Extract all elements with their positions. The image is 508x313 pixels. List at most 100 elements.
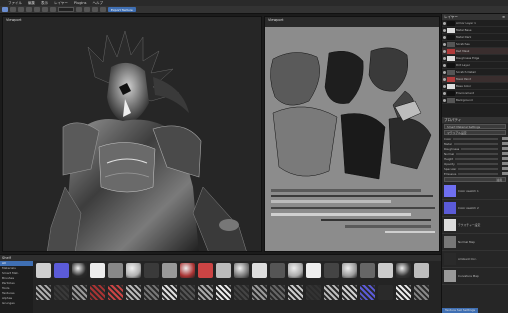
material-thumbnail[interactable] (54, 263, 69, 278)
menu-layer[interactable]: レイヤー (54, 1, 68, 6)
material-thumbnail[interactable] (288, 263, 303, 278)
material-thumbnail[interactable] (108, 263, 123, 278)
layer-row[interactable]: Armor Layer 1 (442, 20, 508, 27)
alpha-thumbnail[interactable] (198, 285, 213, 300)
property-slider[interactable] (458, 172, 498, 175)
camera-icon[interactable] (84, 7, 90, 12)
3d-viewport[interactable]: Viewport (2, 16, 262, 252)
alpha-thumbnail[interactable] (144, 285, 159, 300)
alpha-thumbnail[interactable] (72, 285, 87, 300)
material-thumbnail[interactable] (162, 263, 177, 278)
export-texture-button[interactable]: Export Texture (108, 7, 136, 12)
smudge-tool-icon[interactable] (34, 7, 40, 12)
visibility-eye-icon[interactable] (443, 77, 446, 81)
property-swatch[interactable] (502, 152, 508, 155)
eraser-tool-icon[interactable] (10, 7, 16, 12)
property-slider[interactable] (461, 147, 498, 150)
alpha-thumbnail[interactable] (162, 285, 177, 300)
layer-row[interactable]: Environment (442, 90, 508, 97)
visibility-eye-icon[interactable] (443, 42, 446, 46)
property-swatch[interactable] (502, 167, 508, 170)
material-thumbnail[interactable] (72, 263, 87, 278)
visibility-eye-icon[interactable] (443, 35, 446, 39)
layer-row[interactable]: Background (442, 97, 508, 104)
visibility-eye-icon[interactable] (443, 70, 446, 74)
property-slider[interactable] (458, 167, 498, 170)
layer-row[interactable]: Roughness Edge (442, 55, 508, 62)
alpha-thumbnail[interactable] (378, 285, 393, 300)
alpha-thumbnail[interactable] (234, 285, 249, 300)
layer-row[interactable]: Mask Paint (442, 76, 508, 83)
color-picker-icon[interactable] (50, 7, 56, 12)
menu-view[interactable]: 表示 (41, 1, 48, 6)
property-swatch[interactable] (502, 157, 508, 160)
texture-set-tab[interactable]: Texture Set Settings (442, 308, 479, 313)
material-thumbnail[interactable] (270, 263, 285, 278)
display-settings-icon[interactable] (92, 7, 98, 12)
alpha-thumbnail[interactable] (270, 285, 285, 300)
render-icon[interactable] (100, 7, 106, 12)
material-thumbnail[interactable] (126, 263, 141, 278)
visibility-eye-icon[interactable] (443, 21, 446, 25)
layer-row[interactable]: Metal Base (442, 27, 508, 34)
shelf-category[interactable]: Grunges (0, 301, 33, 306)
material-thumbnail[interactable] (342, 263, 357, 278)
layer-row[interactable]: Scratches (442, 41, 508, 48)
alpha-thumbnail[interactable] (252, 285, 267, 300)
texture-set-item[interactable]: Normal Map (442, 234, 508, 251)
size-field[interactable] (58, 7, 74, 12)
smart-material-section[interactable]: Smart Material Settings (444, 124, 506, 129)
property-slider[interactable] (456, 162, 498, 165)
material-thumbnail[interactable] (36, 263, 51, 278)
material-thumbnail[interactable] (234, 263, 249, 278)
layer-row[interactable]: Scratch Detail (442, 69, 508, 76)
symmetry-icon[interactable] (76, 7, 82, 12)
apply-button[interactable]: 適用 (444, 177, 506, 182)
alpha-thumbnail[interactable] (90, 285, 105, 300)
alpha-thumbnail[interactable] (288, 285, 303, 300)
material-thumbnail[interactable] (90, 263, 105, 278)
visibility-eye-icon[interactable] (443, 56, 446, 60)
material-thumbnail[interactable] (378, 263, 393, 278)
material-thumbnail[interactable] (144, 263, 159, 278)
visibility-eye-icon[interactable] (443, 49, 446, 53)
visibility-eye-icon[interactable] (443, 98, 446, 102)
material-thumbnail[interactable] (414, 263, 429, 278)
property-swatch[interactable] (502, 172, 508, 175)
visibility-eye-icon[interactable] (443, 84, 446, 88)
visibility-eye-icon[interactable] (443, 28, 446, 32)
property-swatch[interactable] (502, 137, 508, 140)
texture-set-item[interactable]: Color swatch 2 (442, 200, 508, 217)
uv-viewport[interactable]: Viewport (264, 16, 440, 252)
menu-edit[interactable]: 編集 (28, 1, 35, 6)
alpha-thumbnail[interactable] (108, 285, 123, 300)
material-thumbnail[interactable] (324, 263, 339, 278)
material-thumbnail[interactable] (360, 263, 375, 278)
alpha-thumbnail[interactable] (126, 285, 141, 300)
menu-file[interactable]: ファイル (8, 1, 22, 6)
layer-row-selected[interactable]: Red Mask (442, 48, 508, 55)
polygon-fill-icon[interactable] (26, 7, 32, 12)
alpha-thumbnail[interactable] (306, 285, 321, 300)
paint-tool-icon[interactable] (2, 7, 8, 12)
material-thumbnail[interactable] (396, 263, 411, 278)
material-thumbnail[interactable] (198, 263, 213, 278)
texture-set-item[interactable]: Ambient Occ. (442, 251, 508, 268)
property-swatch[interactable] (502, 142, 508, 145)
menu-plugins[interactable]: Plugins (74, 1, 87, 5)
projection-tool-icon[interactable] (18, 7, 24, 12)
alpha-thumbnail[interactable] (414, 285, 429, 300)
property-slider[interactable] (456, 152, 498, 155)
alpha-thumbnail[interactable] (360, 285, 375, 300)
property-swatch[interactable] (502, 147, 508, 150)
material-thumbnail[interactable] (180, 263, 195, 278)
alpha-thumbnail[interactable] (396, 285, 411, 300)
property-slider[interactable] (455, 157, 498, 160)
visibility-eye-icon[interactable] (443, 91, 446, 95)
material-thumbnail[interactable] (252, 263, 267, 278)
property-row[interactable]: Emissive (442, 171, 508, 176)
alpha-thumbnail[interactable] (36, 285, 51, 300)
alpha-thumbnail[interactable] (54, 285, 69, 300)
clone-tool-icon[interactable] (42, 7, 48, 12)
layer-row[interactable]: Metal Dark (442, 34, 508, 41)
